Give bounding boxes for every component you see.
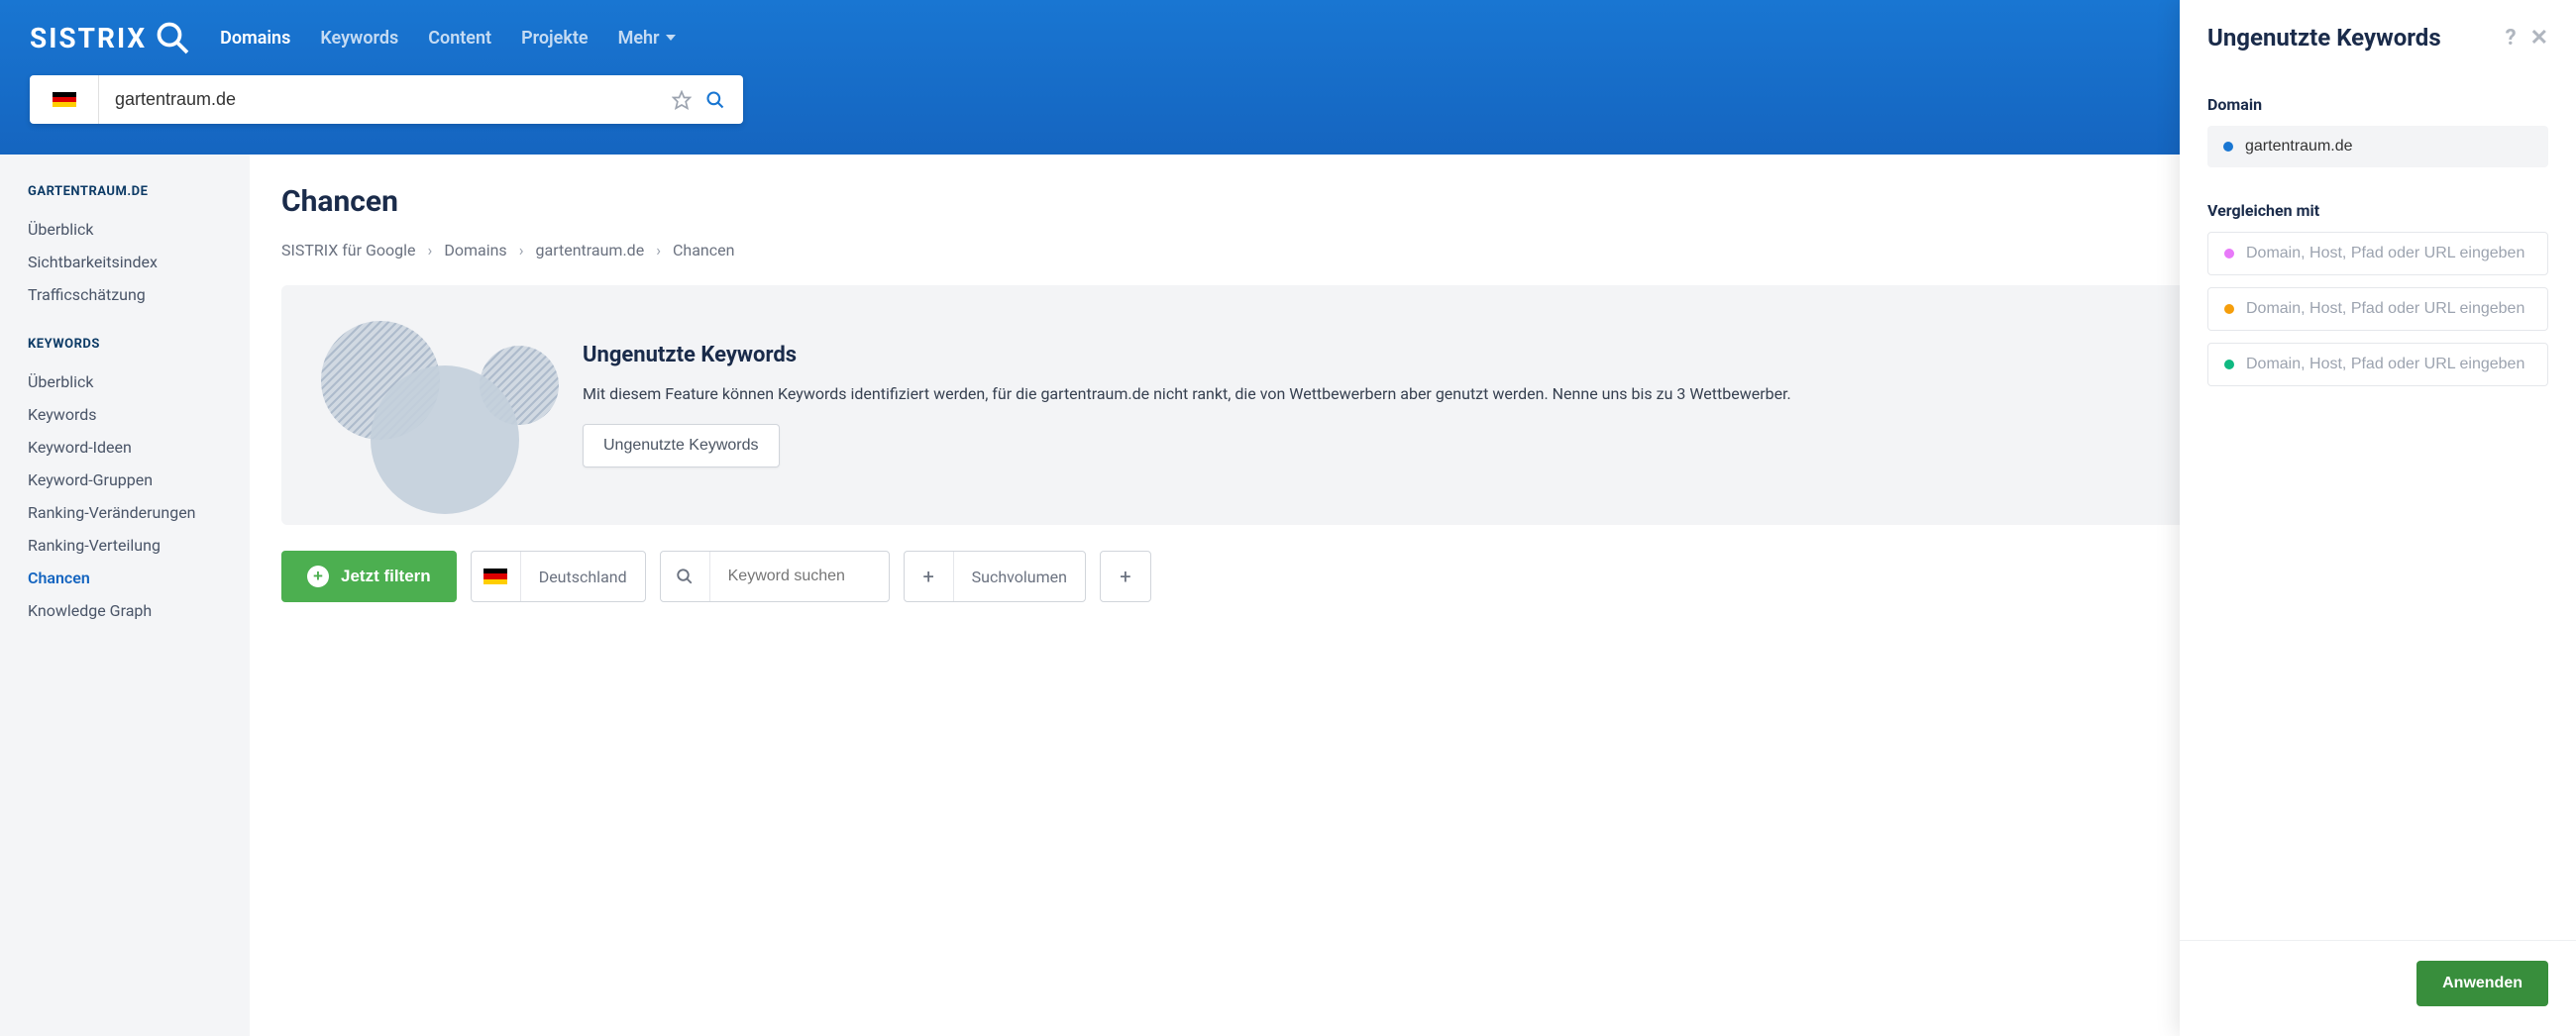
sidebar-item-knowledge-graph[interactable]: Knowledge Graph <box>28 594 222 627</box>
search-icon <box>676 568 694 585</box>
logo[interactable]: SISTRIX <box>30 20 190 55</box>
panel-compare-label: Vergleichen mit <box>2207 201 2548 220</box>
sidebar-item-traffic[interactable]: Trafficschätzung <box>28 278 222 311</box>
keyword-search-input[interactable] <box>710 568 889 585</box>
chevron-right-icon: › <box>428 241 433 259</box>
nav-keywords[interactable]: Keywords <box>320 28 398 49</box>
country-selector[interactable] <box>30 75 99 124</box>
chevron-right-icon: › <box>519 241 524 259</box>
panel-title: Ungenutzte Keywords <box>2207 24 2506 52</box>
keyword-search-filter <box>660 551 890 602</box>
breadcrumb-item[interactable]: gartentraum.de <box>536 241 645 259</box>
filter-button-label: Jetzt filtern <box>341 567 431 586</box>
search-volume-label: Suchvolumen <box>954 568 1085 586</box>
help-icon[interactable]: ? <box>2506 26 2517 51</box>
breadcrumb-item[interactable]: Domains <box>444 241 506 259</box>
color-dot-icon <box>2224 304 2234 314</box>
nav-domains[interactable]: Domains <box>220 28 290 49</box>
side-panel: Ungenutzte Keywords ? ✕ Domain Vergleich… <box>2180 0 2576 1036</box>
venn-illustration <box>311 311 549 499</box>
nav-more[interactable]: Mehr <box>618 28 676 49</box>
sidebar-item-kw-groups[interactable]: Keyword-Gruppen <box>28 464 222 496</box>
filter-now-button[interactable]: + Jetzt filtern <box>281 551 457 602</box>
sidebar-item-ranking-dist[interactable]: Ranking-Verteilung <box>28 529 222 562</box>
flag-de-icon <box>53 92 76 108</box>
breadcrumb-item: Chancen <box>673 241 734 259</box>
color-dot-icon <box>2223 142 2233 152</box>
sidebar-section-domain: GARTENTRAUM.DE <box>28 184 222 199</box>
panel-domain-label: Domain <box>2207 95 2548 114</box>
breadcrumb: SISTRIX für Google › Domains › gartentra… <box>281 241 734 259</box>
star-icon[interactable] <box>672 90 692 110</box>
country-filter[interactable]: Deutschland <box>471 551 646 602</box>
chevron-down-icon <box>666 35 676 41</box>
flag-de-icon <box>483 569 507 584</box>
plus-circle-icon: + <box>307 566 329 587</box>
nav-projekte[interactable]: Projekte <box>521 28 588 49</box>
sidebar-item-ranking-changes[interactable]: Ranking-Veränderungen <box>28 496 222 529</box>
sidebar-item-kw-list[interactable]: Keywords <box>28 398 222 431</box>
country-filter-label: Deutschland <box>521 568 645 586</box>
sidebar-item-kw-ideas[interactable]: Keyword-Ideen <box>28 431 222 464</box>
panel-domain-field <box>2207 126 2548 167</box>
domain-search-input[interactable] <box>99 75 654 124</box>
sidebar: GARTENTRAUM.DE Überblick Sichtbarkeitsin… <box>0 155 250 1036</box>
add-filter[interactable]: + <box>1100 551 1151 602</box>
sidebar-item-kw-overview[interactable]: Überblick <box>28 365 222 398</box>
search-icon <box>155 20 190 55</box>
unused-keywords-button[interactable]: Ungenutzte Keywords <box>583 424 780 467</box>
apply-button[interactable]: Anwenden <box>2416 961 2548 1006</box>
panel-compare-field-2 <box>2207 287 2548 331</box>
search-submit-icon[interactable] <box>705 90 725 110</box>
nav-content[interactable]: Content <box>428 28 491 49</box>
panel-compare-field-3 <box>2207 343 2548 386</box>
search-volume-filter[interactable]: + Suchvolumen <box>904 551 1086 602</box>
breadcrumb-item[interactable]: SISTRIX für Google <box>281 241 416 259</box>
sidebar-section-keywords: KEYWORDS <box>28 337 222 352</box>
logo-text: SISTRIX <box>30 22 147 54</box>
close-icon[interactable]: ✕ <box>2530 26 2548 51</box>
sidebar-item-overview[interactable]: Überblick <box>28 213 222 246</box>
plus-icon: + <box>905 551 954 602</box>
sidebar-item-chances[interactable]: Chancen <box>28 562 222 594</box>
sidebar-item-visibility[interactable]: Sichtbarkeitsindex <box>28 246 222 278</box>
panel-compare-input-1[interactable] <box>2246 245 2531 262</box>
plus-icon: + <box>1101 551 1150 602</box>
nav-more-label: Mehr <box>618 28 660 49</box>
panel-compare-field-1 <box>2207 232 2548 275</box>
panel-compare-input-2[interactable] <box>2246 300 2531 318</box>
panel-domain-input[interactable] <box>2245 138 2532 155</box>
color-dot-icon <box>2224 360 2234 369</box>
chevron-right-icon: › <box>656 241 661 259</box>
panel-compare-input-3[interactable] <box>2246 356 2531 373</box>
main-nav: Domains Keywords Content Projekte Mehr <box>220 28 675 49</box>
domain-search <box>30 75 743 124</box>
color-dot-icon <box>2224 249 2234 259</box>
